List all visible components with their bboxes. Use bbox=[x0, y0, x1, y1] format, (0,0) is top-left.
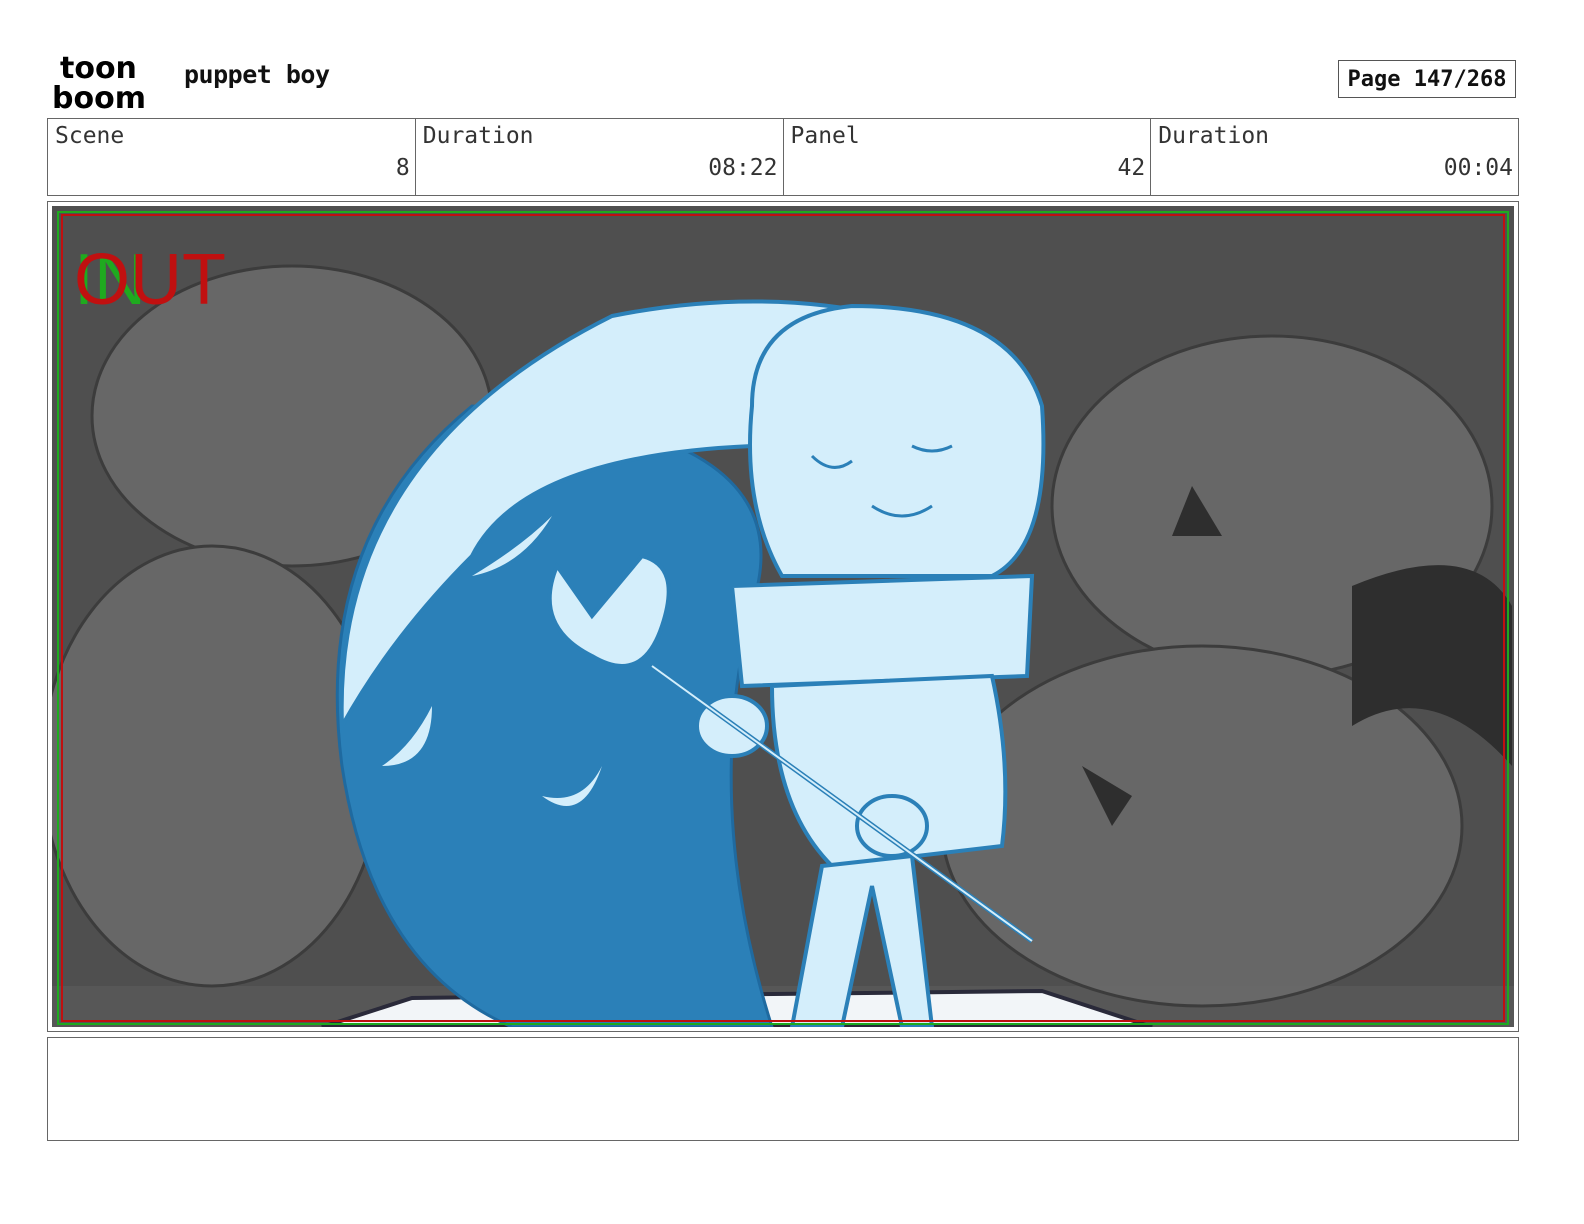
panel-info-bar: Scene 8 Duration 08:22 Panel 42 Duration… bbox=[47, 118, 1519, 196]
toon-boom-logo: toon boom bbox=[52, 52, 146, 112]
panel-value: 42 bbox=[1117, 155, 1146, 181]
panel-duration-cell: Duration 00:04 bbox=[1151, 119, 1518, 195]
scene-duration-cell: Duration 08:22 bbox=[416, 119, 784, 195]
storyboard-panel: IN OUT bbox=[47, 201, 1519, 1032]
logo-bottom-letters: boom bbox=[52, 81, 146, 112]
scene-value: 8 bbox=[395, 155, 410, 181]
scene-label: Scene bbox=[55, 123, 125, 149]
panel-cell: Panel 42 bbox=[784, 119, 1152, 195]
caption-box bbox=[47, 1037, 1519, 1141]
panel-duration-label: Duration bbox=[1158, 123, 1270, 149]
out-marker: OUT bbox=[74, 240, 226, 320]
project-title: puppet boy bbox=[184, 60, 330, 89]
page-indicator: Page 147/268 bbox=[1338, 60, 1516, 98]
panel-duration-value: 00:04 bbox=[1443, 155, 1513, 181]
scene-duration-value: 08:22 bbox=[708, 155, 778, 181]
panel-drawing: IN OUT bbox=[52, 206, 1514, 1027]
panel-label: Panel bbox=[790, 123, 860, 149]
scene-duration-label: Duration bbox=[422, 123, 534, 149]
scene-cell: Scene 8 bbox=[48, 119, 416, 195]
